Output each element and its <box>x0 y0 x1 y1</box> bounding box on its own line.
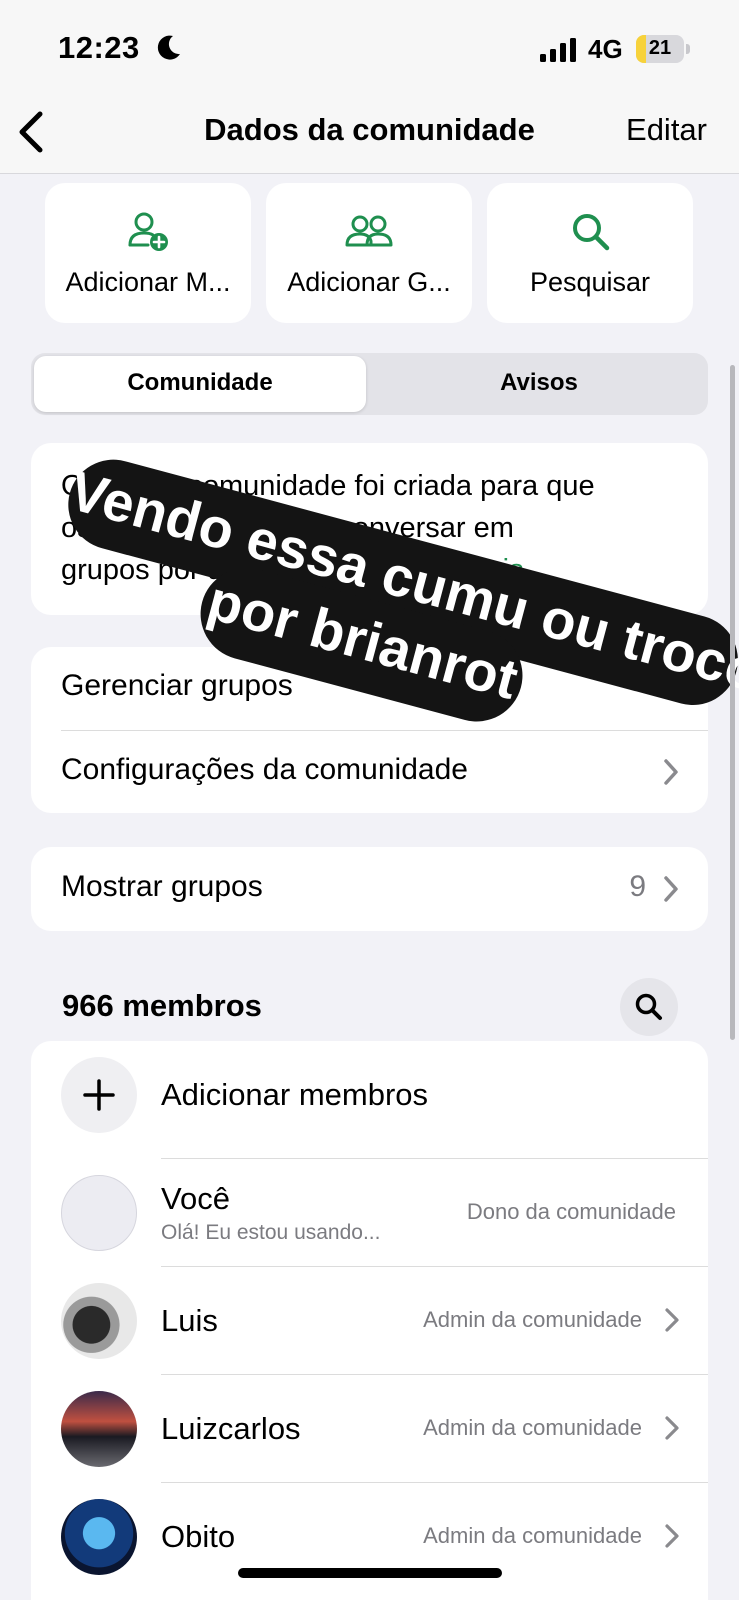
search-icon <box>635 993 662 1020</box>
avatar <box>61 1391 137 1467</box>
add-members-row[interactable]: Adicionar membros <box>31 1041 708 1149</box>
manage-groups-row[interactable]: Gerenciar grupos <box>31 647 708 729</box>
members-count-title: 966 membros <box>62 988 262 1023</box>
status-time: 12:23 <box>58 30 140 65</box>
plus-icon <box>61 1057 137 1133</box>
community-settings-label: Configurações da comunidade <box>61 753 468 786</box>
member-row[interactable]: Você Olá! Eu estou usando... Dono da com… <box>31 1159 708 1267</box>
search-icon <box>573 214 610 251</box>
group-icon <box>345 215 393 247</box>
add-members-label: Adicionar membros <box>161 1077 429 1112</box>
members-list: Adicionar membros Você Olá! Eu estou usa… <box>31 1041 708 1600</box>
avatar <box>61 1499 137 1575</box>
member-role: Dono da comunidade <box>466 1199 676 1224</box>
chevron-right-icon <box>664 759 678 785</box>
add-groups-label: Adicionar G... <box>287 267 451 297</box>
add-person-icon <box>128 212 168 251</box>
search-label: Pesquisar <box>529 267 651 297</box>
member-name: Luizcarlos <box>161 1411 301 1446</box>
member-role: Admin da comunidade <box>423 1523 642 1548</box>
manage-groups-label: Gerenciar grupos <box>61 669 293 702</box>
add-groups-action[interactable]: Adicionar G... <box>266 183 472 323</box>
battery-level: 21 <box>648 37 672 59</box>
member-row[interactable]: Luizcarlos Admin da comunidade <box>31 1375 708 1483</box>
members-search-button[interactable] <box>620 978 678 1036</box>
community-settings-row[interactable]: Configurações da comunidade <box>31 731 708 813</box>
groups-count: 9 <box>629 870 646 903</box>
member-role: Admin da comunidade <box>423 1307 642 1332</box>
show-groups-label: Mostrar grupos <box>61 870 263 903</box>
community-description: Olá! Esta comunidade foi criada para que… <box>61 470 595 586</box>
member-role: Admin da comunidade <box>423 1415 642 1440</box>
show-groups-row[interactable]: Mostrar grupos 9 <box>31 848 708 930</box>
chevron-right-icon <box>665 1524 679 1548</box>
tab-community[interactable]: Comunidade <box>34 369 366 397</box>
moon-icon <box>157 35 180 60</box>
member-row[interactable]: Luis Admin da comunidade <box>31 1267 708 1375</box>
segmented-control: Comunidade Avisos <box>31 353 708 415</box>
member-name: Obito <box>161 1519 236 1554</box>
signal-icon <box>540 38 576 62</box>
chevron-right-icon <box>665 1416 679 1440</box>
search-action[interactable]: Pesquisar <box>487 183 693 323</box>
battery-icon: 21 <box>636 35 690 63</box>
show-groups-card[interactable]: Mostrar grupos 9 <box>31 847 708 931</box>
add-members-label: Adicionar M... <box>65 267 231 297</box>
chevron-right-icon <box>664 876 678 902</box>
member-name: Luis <box>161 1303 218 1338</box>
avatar <box>61 1175 137 1251</box>
status-bar: 12:23 4G 21 <box>0 0 739 100</box>
avatar <box>61 1283 137 1359</box>
edit-button[interactable]: Editar <box>626 112 707 148</box>
home-indicator[interactable] <box>238 1568 502 1578</box>
member-name: Você <box>161 1181 230 1216</box>
settings-card: Gerenciar grupos Configurações da comuni… <box>31 647 708 813</box>
add-members-action[interactable]: Adicionar M... <box>45 183 251 323</box>
chevron-right-icon <box>665 1308 679 1332</box>
scrollbar[interactable] <box>730 365 735 1040</box>
show-more-link[interactable]: Mostrar mais <box>356 554 524 586</box>
network-type: 4G <box>588 34 623 64</box>
tab-announcements[interactable]: Avisos <box>373 369 705 397</box>
member-status: Olá! Eu estou usando... <box>161 1221 381 1244</box>
nav-bar: Dados da comunidade Editar <box>0 100 739 174</box>
description-card: Olá! Esta comunidade foi criada para que… <box>31 443 708 615</box>
